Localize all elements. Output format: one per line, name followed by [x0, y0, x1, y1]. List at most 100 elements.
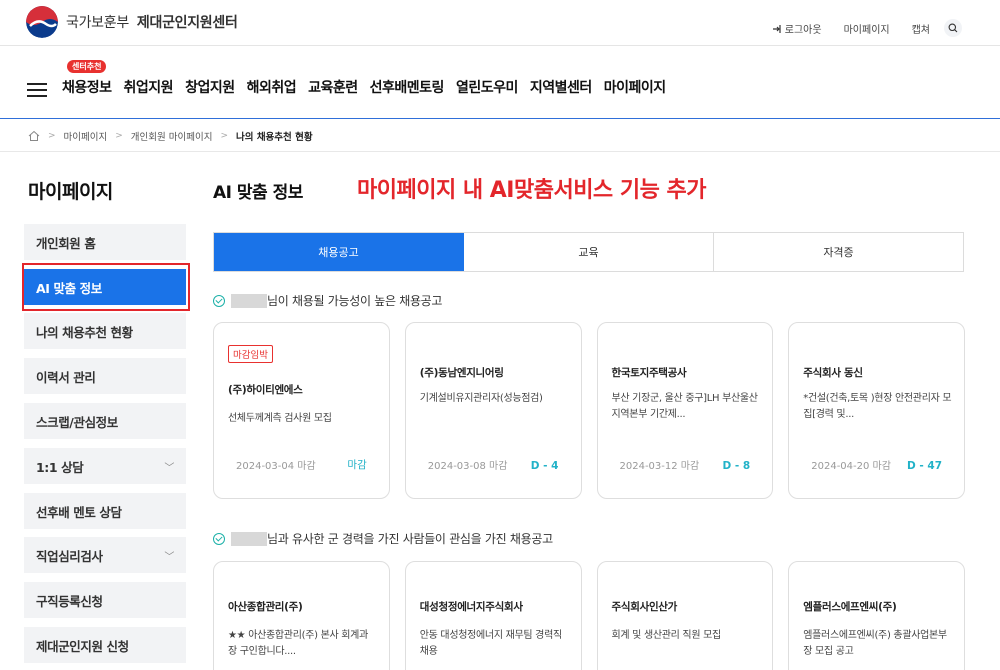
logout-link[interactable]: 로그아웃: [772, 21, 822, 36]
sidebar-item-scrap[interactable]: 스크랩/관심정보: [24, 403, 186, 439]
breadcrumb-current: 나의 채용추천 현황: [236, 131, 313, 143]
job-card[interactable]: 마감임박 (주)하이티엔에스 선체두께계측 검사원 모집 2024-03-04 …: [213, 322, 390, 499]
company-name: 주식회사인산가: [611, 601, 678, 613]
capture-link[interactable]: 캡쳐: [912, 21, 930, 36]
company-name: 대성청정에너지주식회사: [419, 601, 523, 613]
company-name: 한국토지주택공사: [611, 367, 687, 379]
chevron-down-icon: ﹀: [164, 462, 174, 474]
section-title-text: 님과 유사한 군 경력을 가진 사람들이 관심을 가진 채용공고: [267, 532, 553, 546]
check-circle-icon: [213, 294, 225, 307]
sidebar-item-label: 제대군인지원 신청: [36, 638, 129, 654]
nav-item-employment-support[interactable]: 취업지원: [124, 77, 174, 97]
company-name: (주)하이티엔에스: [228, 384, 303, 396]
center-name: 제대군인지원센터: [136, 15, 238, 31]
d-day-label: D - 4: [530, 460, 559, 472]
tab-certificate[interactable]: 자격증: [714, 233, 963, 271]
sidebar-item-label: 구직등록신청: [36, 593, 103, 609]
job-card[interactable]: 주식회사인산가 회계 및 생산관리 직원 모집: [596, 561, 774, 670]
chevron-down-icon: ﹀: [164, 551, 174, 563]
job-title: 선체두께계측 검사원 모집: [228, 413, 332, 424]
home-icon[interactable]: [28, 130, 40, 142]
nav-item-overseas-jobs[interactable]: 해외취업: [247, 77, 297, 97]
job-card[interactable]: 주식회사 동신 *건설(건축,토목 )현장 안전관리자 모집[경력 및... 2…: [788, 322, 965, 499]
org-name: 국가보훈부: [66, 15, 129, 31]
gnb-menu: 채용정보 취업지원 창업지원 해외취업 교육훈련 선후배멘토링 열린도우미 지역…: [62, 77, 678, 97]
sidebar-title: 마이페이지: [28, 181, 113, 203]
deadline-soon-badge: 마감임박: [228, 345, 273, 363]
job-card[interactable]: 한국토지주택공사 부산 기장군, 울산 중구]LH 부산울산지역본부 기간제..…: [596, 322, 774, 499]
breadcrumb: > 마이페이지 > 개인회원 마이페이지 > 나의 채용추천 현황: [0, 120, 1000, 152]
mypage-link[interactable]: 마이페이지: [844, 21, 890, 36]
sidebar-item-mentor[interactable]: 선후배 멘토 상담: [24, 493, 186, 529]
tab-jobs[interactable]: 채용공고: [214, 233, 464, 271]
nav-item-training[interactable]: 교육훈련: [308, 77, 358, 97]
breadcrumb-item[interactable]: 마이페이지: [64, 129, 108, 143]
deadline-date: 2024-03-12 마감: [619, 461, 700, 472]
tab-education[interactable]: 교육: [464, 233, 714, 271]
job-title: 안동 대성청정에너지 재무팀 경력직 채용: [419, 630, 562, 657]
sidebar-item-psych-test[interactable]: 직업심리검사 ﹀: [24, 537, 186, 573]
sidebar-item-label: 나의 채용추천 현황: [36, 324, 133, 340]
masked-user-name: [231, 293, 267, 308]
breadcrumb-separator-icon: >: [115, 130, 123, 141]
logout-label: 로그아웃: [784, 25, 822, 36]
annotation-text: 마이페이지 내 AI맞춤서비스 기능 추가: [357, 178, 706, 203]
sidebar-item-label: 직업심리검사: [36, 548, 103, 564]
utility-links: 로그아웃 마이페이지 캡쳐: [772, 21, 930, 36]
search-button[interactable]: [944, 19, 962, 37]
nav-item-mypage[interactable]: 마이페이지: [604, 77, 666, 97]
job-title: 엠플러스에프엔씨(주) 총괄사업본부장 모집 공고: [803, 630, 947, 657]
top-bar: 국가보훈부 제대군인지원센터 로그아웃 마이페이지 캡쳐: [0, 0, 1000, 46]
check-circle-icon: [213, 532, 225, 545]
d-day-label: D - 8: [722, 460, 751, 472]
deadline-date: 2024-03-04 마감: [236, 461, 316, 472]
page-title: AI 맞춤 정보: [213, 183, 303, 203]
hamburger-menu-icon[interactable]: [27, 83, 47, 97]
job-title: *건설(건축,토목 )현장 안전관리자 모집[경력 및...: [803, 393, 952, 420]
company-name: 주식회사 동신: [803, 367, 863, 379]
nav-item-startup-support[interactable]: 창업지원: [185, 77, 235, 97]
center-recommend-badge: 센터추천: [67, 60, 107, 73]
sidebar-item-veteran-support[interactable]: 제대군인지원 신청: [24, 627, 186, 663]
sidebar-item-job-registration[interactable]: 구직등록신청: [24, 582, 186, 618]
sidebar-item-label: 개인회원 홈: [36, 235, 96, 251]
nav-item-helper[interactable]: 열린도우미: [456, 77, 518, 97]
deadline-date: 2024-04-20 마감: [811, 461, 891, 472]
site-title[interactable]: 국가보훈부 제대군인지원센터: [66, 12, 238, 32]
job-card[interactable]: 엠플러스에프엔씨(주) 엠플러스에프엔씨(주) 총괄사업본부장 모집 공고: [788, 561, 965, 670]
sidebar-item-label: 이력서 관리: [36, 369, 96, 385]
job-title: ★★ 아산종합관리(주) 본사 회계과장 구인합니다....: [228, 630, 368, 657]
highlight-box: [22, 263, 190, 311]
nav-item-regional-center[interactable]: 지역별센터: [530, 77, 592, 97]
d-day-label: D - 47: [907, 460, 942, 472]
sidebar-item-resume[interactable]: 이력서 관리: [24, 358, 186, 394]
company-name: 아산종합관리(주): [228, 601, 303, 613]
job-card-list: 마감임박 (주)하이티엔에스 선체두께계측 검사원 모집 2024-03-04 …: [213, 322, 965, 499]
search-icon: [948, 23, 958, 33]
sidebar-item-member-home[interactable]: 개인회원 홈: [24, 224, 186, 260]
sidebar-item-consulting[interactable]: 1:1 상담 ﹀: [24, 448, 186, 484]
company-name: 엠플러스에프엔씨(주): [803, 601, 897, 613]
job-title: 부산 기장군, 울산 중구]LH 부산울산지역본부 기간제...: [611, 393, 758, 420]
job-card[interactable]: 대성청정에너지주식회사 안동 대성청정에너지 재무팀 경력직 채용: [404, 561, 582, 670]
breadcrumb-item[interactable]: 개인회원 마이페이지: [131, 129, 213, 143]
government-logo-icon[interactable]: [26, 6, 58, 38]
nav-item-jobs[interactable]: 채용정보: [62, 77, 112, 97]
job-card[interactable]: (주)동남엔지니어링 기계설비유지관리자(성능점검) 2024-03-08 마감…: [404, 322, 582, 499]
company-name: (주)동남엔지니어링: [419, 367, 504, 379]
section-title-similar-career: 님과 유사한 군 경력을 가진 사람들이 관심을 가진 채용공고: [213, 530, 553, 547]
sidebar-item-label: 선후배 멘토 상담: [36, 504, 122, 520]
job-card[interactable]: 아산종합관리(주) ★★ 아산종합관리(주) 본사 회계과장 구인합니다....: [213, 561, 390, 670]
section-title-text: 님이 채용될 가능성이 높은 채용공고: [267, 294, 443, 308]
job-card-list: 아산종합관리(주) ★★ 아산종합관리(주) 본사 회계과장 구인합니다....…: [213, 561, 965, 670]
nav-item-mentoring[interactable]: 선후배멘토링: [370, 77, 445, 97]
breadcrumb-separator-icon: >: [220, 130, 229, 141]
sidebar-item-label: 스크랩/관심정보: [36, 414, 118, 430]
content-tabs: 채용공고 교육 자격증: [213, 232, 964, 272]
sidebar-item-label: 1:1 상담: [36, 459, 84, 475]
sidebar-item-recommend-status[interactable]: 나의 채용추천 현황: [24, 313, 186, 349]
d-day-label: 마감: [347, 459, 367, 471]
breadcrumb-separator-icon: >: [48, 130, 56, 141]
deadline-date: 2024-03-08 마감: [427, 461, 508, 472]
job-title: 회계 및 생산관리 직원 모집: [611, 630, 722, 641]
